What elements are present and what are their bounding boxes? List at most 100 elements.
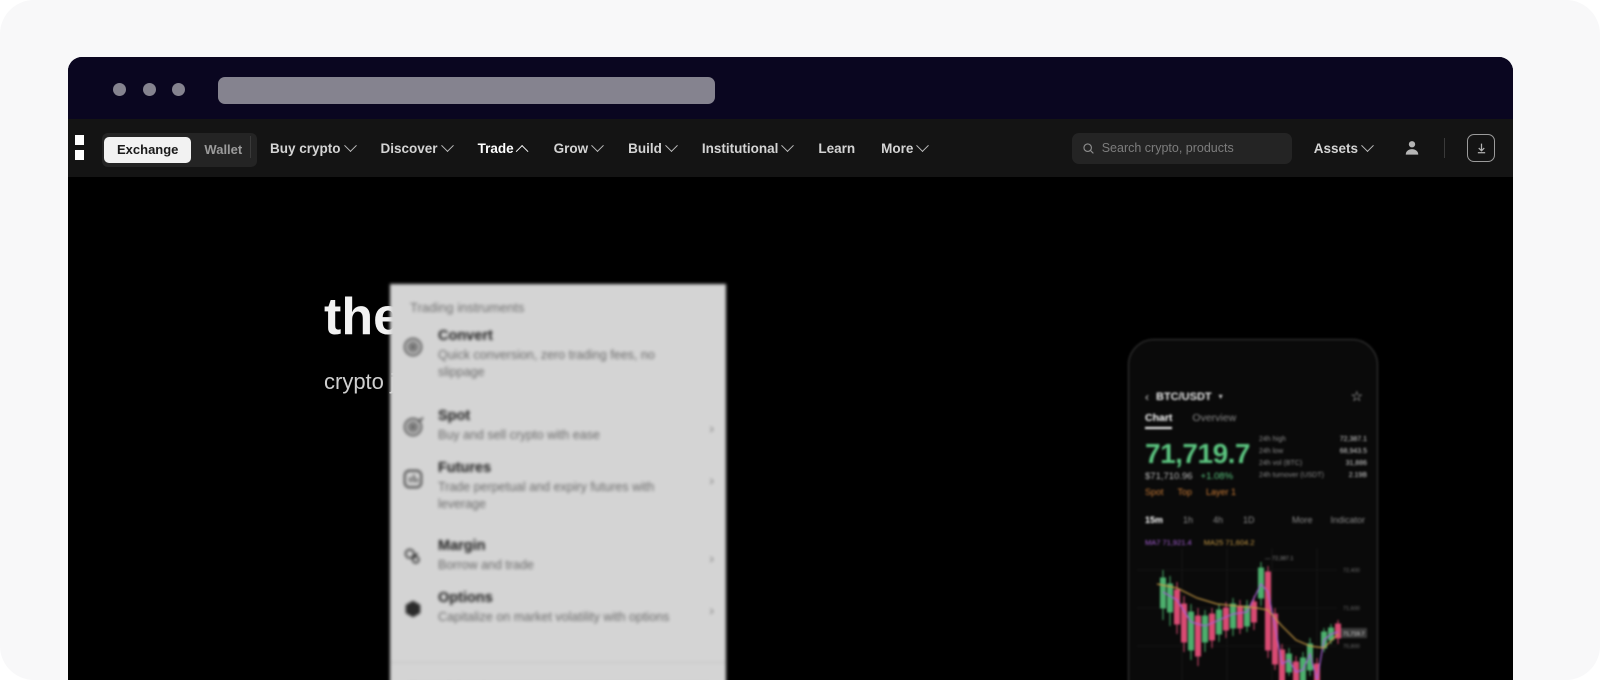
search-icon bbox=[1083, 142, 1094, 154]
stat-label: 24h vol (BTC) bbox=[1259, 460, 1303, 467]
address-bar[interactable] bbox=[218, 77, 715, 104]
chip-spot: Spot bbox=[1145, 487, 1164, 497]
chevron-down-icon[interactable]: ▾ bbox=[1219, 392, 1223, 401]
chevron-right-icon: › bbox=[709, 472, 714, 488]
candlestick-chart: — 72,387.1 68,943.5 — 72,400 71,600 70,8… bbox=[1137, 548, 1367, 680]
tab-overview[interactable]: Overview bbox=[1192, 412, 1236, 429]
nav-item-buy-crypto[interactable]: Buy crypto bbox=[270, 138, 357, 156]
stat-value: 31,886 bbox=[1345, 460, 1367, 467]
spot-icon bbox=[404, 417, 424, 436]
site-navbar: Exchange Wallet Buy crypto Discover Trad… bbox=[68, 119, 1513, 177]
timeframe-1d[interactable]: 1D bbox=[1243, 515, 1255, 525]
stat-row: 24h high 72,387.1 bbox=[1259, 436, 1367, 443]
page-root: there crypto journey with us ‹ BTC/USDT … bbox=[0, 0, 1600, 680]
stat-label: 24h high bbox=[1259, 436, 1286, 443]
nav-divider bbox=[250, 136, 251, 158]
nav-item-learn[interactable]: Learn bbox=[818, 141, 855, 156]
phone-tag-chips: Spot Top Layer 1 bbox=[1145, 487, 1236, 497]
dropdown-item-options[interactable]: Options Capitalize on market volatility … bbox=[402, 584, 714, 632]
phone-timeframe-bar: 15m 1h 4h 1D More Indicator bbox=[1145, 515, 1365, 525]
chevron-down-icon bbox=[664, 138, 678, 152]
stat-value: 72,387.1 bbox=[1339, 436, 1367, 443]
chevron-up-icon bbox=[515, 144, 529, 158]
chip-layer1: Layer 1 bbox=[1206, 487, 1237, 497]
browser-chrome-bar bbox=[68, 57, 1513, 119]
chevron-down-icon bbox=[781, 138, 795, 152]
stat-value: 2.19B bbox=[1348, 472, 1367, 479]
phone-price-sub: $71,710.96 +1.08% bbox=[1145, 471, 1233, 482]
phone-tabs: Chart Overview bbox=[1145, 412, 1236, 429]
browser-window: there crypto journey with us ‹ BTC/USDT … bbox=[68, 57, 1513, 680]
item-desc: Quick conversion, zero trading fees, no … bbox=[438, 348, 655, 379]
item-title: Futures bbox=[438, 460, 492, 476]
dropdown-item-convert[interactable]: Convert Quick conversion, zero trading f… bbox=[402, 322, 714, 386]
chip-top: Top bbox=[1177, 487, 1193, 497]
phone-mockup: ‹ BTC/USDT ▾ ☆ Chart Overview 71,719.7 $… bbox=[1128, 339, 1378, 680]
phone-pair-label[interactable]: BTC/USDT bbox=[1156, 391, 1212, 403]
search-input[interactable]: Search crypto, products bbox=[1071, 132, 1292, 164]
chart-high-annotation: — 72,387.1 bbox=[1265, 556, 1293, 562]
chevron-down-icon bbox=[440, 138, 454, 152]
phone-price: 71,719.7 bbox=[1145, 438, 1251, 469]
segment-wallet[interactable]: Wallet bbox=[191, 137, 255, 163]
chevron-right-icon: › bbox=[709, 602, 714, 618]
svg-text:70,800: 70,800 bbox=[1343, 644, 1360, 650]
item-title: Margin bbox=[438, 538, 486, 554]
chevron-right-icon: › bbox=[709, 420, 714, 436]
timeframe-15m[interactable]: 15m bbox=[1145, 515, 1163, 525]
window-close-dot[interactable] bbox=[113, 83, 126, 96]
legend-ma25: MA25 71,604.2 bbox=[1203, 538, 1255, 547]
options-icon bbox=[405, 600, 421, 618]
chart-more-button[interactable]: More bbox=[1292, 515, 1313, 525]
favorite-star-icon[interactable]: ☆ bbox=[1350, 388, 1363, 405]
nav-menu: Buy crypto Discover Trade Grow Build Ins… bbox=[270, 119, 930, 177]
download-app-icon[interactable] bbox=[1467, 134, 1495, 162]
exchange-wallet-toggle: Exchange Wallet bbox=[102, 133, 258, 167]
item-desc: Borrow and trade bbox=[438, 558, 534, 572]
item-desc: Buy and sell crypto with ease bbox=[438, 428, 600, 442]
back-chevron-icon[interactable]: ‹ bbox=[1145, 390, 1149, 404]
chevron-down-icon bbox=[1361, 138, 1374, 152]
phone-header: ‹ BTC/USDT ▾ ☆ bbox=[1145, 388, 1363, 405]
window-maximize-dot[interactable] bbox=[172, 83, 185, 96]
stat-row: 24h turnover (USDT) 2.19B bbox=[1259, 472, 1367, 479]
stat-label: 24h turnover (USDT) bbox=[1259, 472, 1324, 479]
chevron-right-icon: › bbox=[709, 550, 714, 566]
dropdown-item-margin[interactable]: Margin Borrow and trade › bbox=[402, 532, 714, 580]
nav-right-divider bbox=[1444, 138, 1445, 158]
segment-exchange[interactable]: Exchange bbox=[104, 137, 192, 163]
okx-logo-icon[interactable] bbox=[72, 135, 84, 162]
stat-label: 24h low bbox=[1259, 448, 1284, 455]
nav-item-institutional[interactable]: Institutional bbox=[702, 138, 795, 156]
chevron-down-icon bbox=[343, 138, 357, 152]
nav-item-build[interactable]: Build bbox=[628, 138, 678, 156]
nav-item-assets[interactable]: Assets bbox=[1314, 138, 1374, 156]
chart-indicator-button[interactable]: Indicator bbox=[1330, 515, 1365, 525]
nav-item-grow[interactable]: Grow bbox=[554, 138, 604, 156]
item-desc: Capitalize on market volatility with opt… bbox=[438, 610, 670, 624]
site-viewport: there crypto journey with us ‹ BTC/USDT … bbox=[68, 119, 1513, 680]
dropdown-divider bbox=[390, 662, 726, 663]
stat-value: 68,943.5 bbox=[1339, 448, 1367, 455]
phone-price-fiat: $71,710.96 bbox=[1145, 471, 1193, 482]
nav-item-more[interactable]: More bbox=[881, 138, 930, 156]
timeframe-4h[interactable]: 4h bbox=[1213, 515, 1223, 525]
account-avatar-icon[interactable] bbox=[1402, 138, 1422, 158]
convert-icon bbox=[404, 338, 422, 356]
nav-right-group: Search crypto, products Assets bbox=[1071, 119, 1505, 177]
item-title: Spot bbox=[438, 408, 471, 424]
timeframe-1h[interactable]: 1h bbox=[1183, 515, 1193, 525]
window-minimize-dot[interactable] bbox=[143, 83, 156, 96]
tab-chart[interactable]: Chart bbox=[1145, 412, 1173, 429]
dropdown-item-spot[interactable]: Spot Buy and sell crypto with ease › bbox=[402, 402, 714, 450]
item-title: Options bbox=[438, 590, 493, 606]
price-axis-labels: 72,400 71,600 70,800 70,000 69,200 bbox=[1343, 568, 1360, 650]
dropdown-item-futures[interactable]: Futures Trade perpetual and expiry futur… bbox=[402, 454, 714, 518]
nav-item-discover[interactable]: Discover bbox=[381, 138, 454, 156]
search-placeholder: Search crypto, products bbox=[1101, 141, 1234, 155]
nav-item-trade[interactable]: Trade bbox=[478, 141, 529, 158]
chevron-down-icon bbox=[591, 138, 604, 152]
svg-text:71,600: 71,600 bbox=[1343, 606, 1360, 612]
legend-ma7: MA7 71,921.4 bbox=[1145, 538, 1192, 547]
phone-ma-legend: MA7 71,921.4 MA25 71,604.2 bbox=[1145, 538, 1255, 547]
